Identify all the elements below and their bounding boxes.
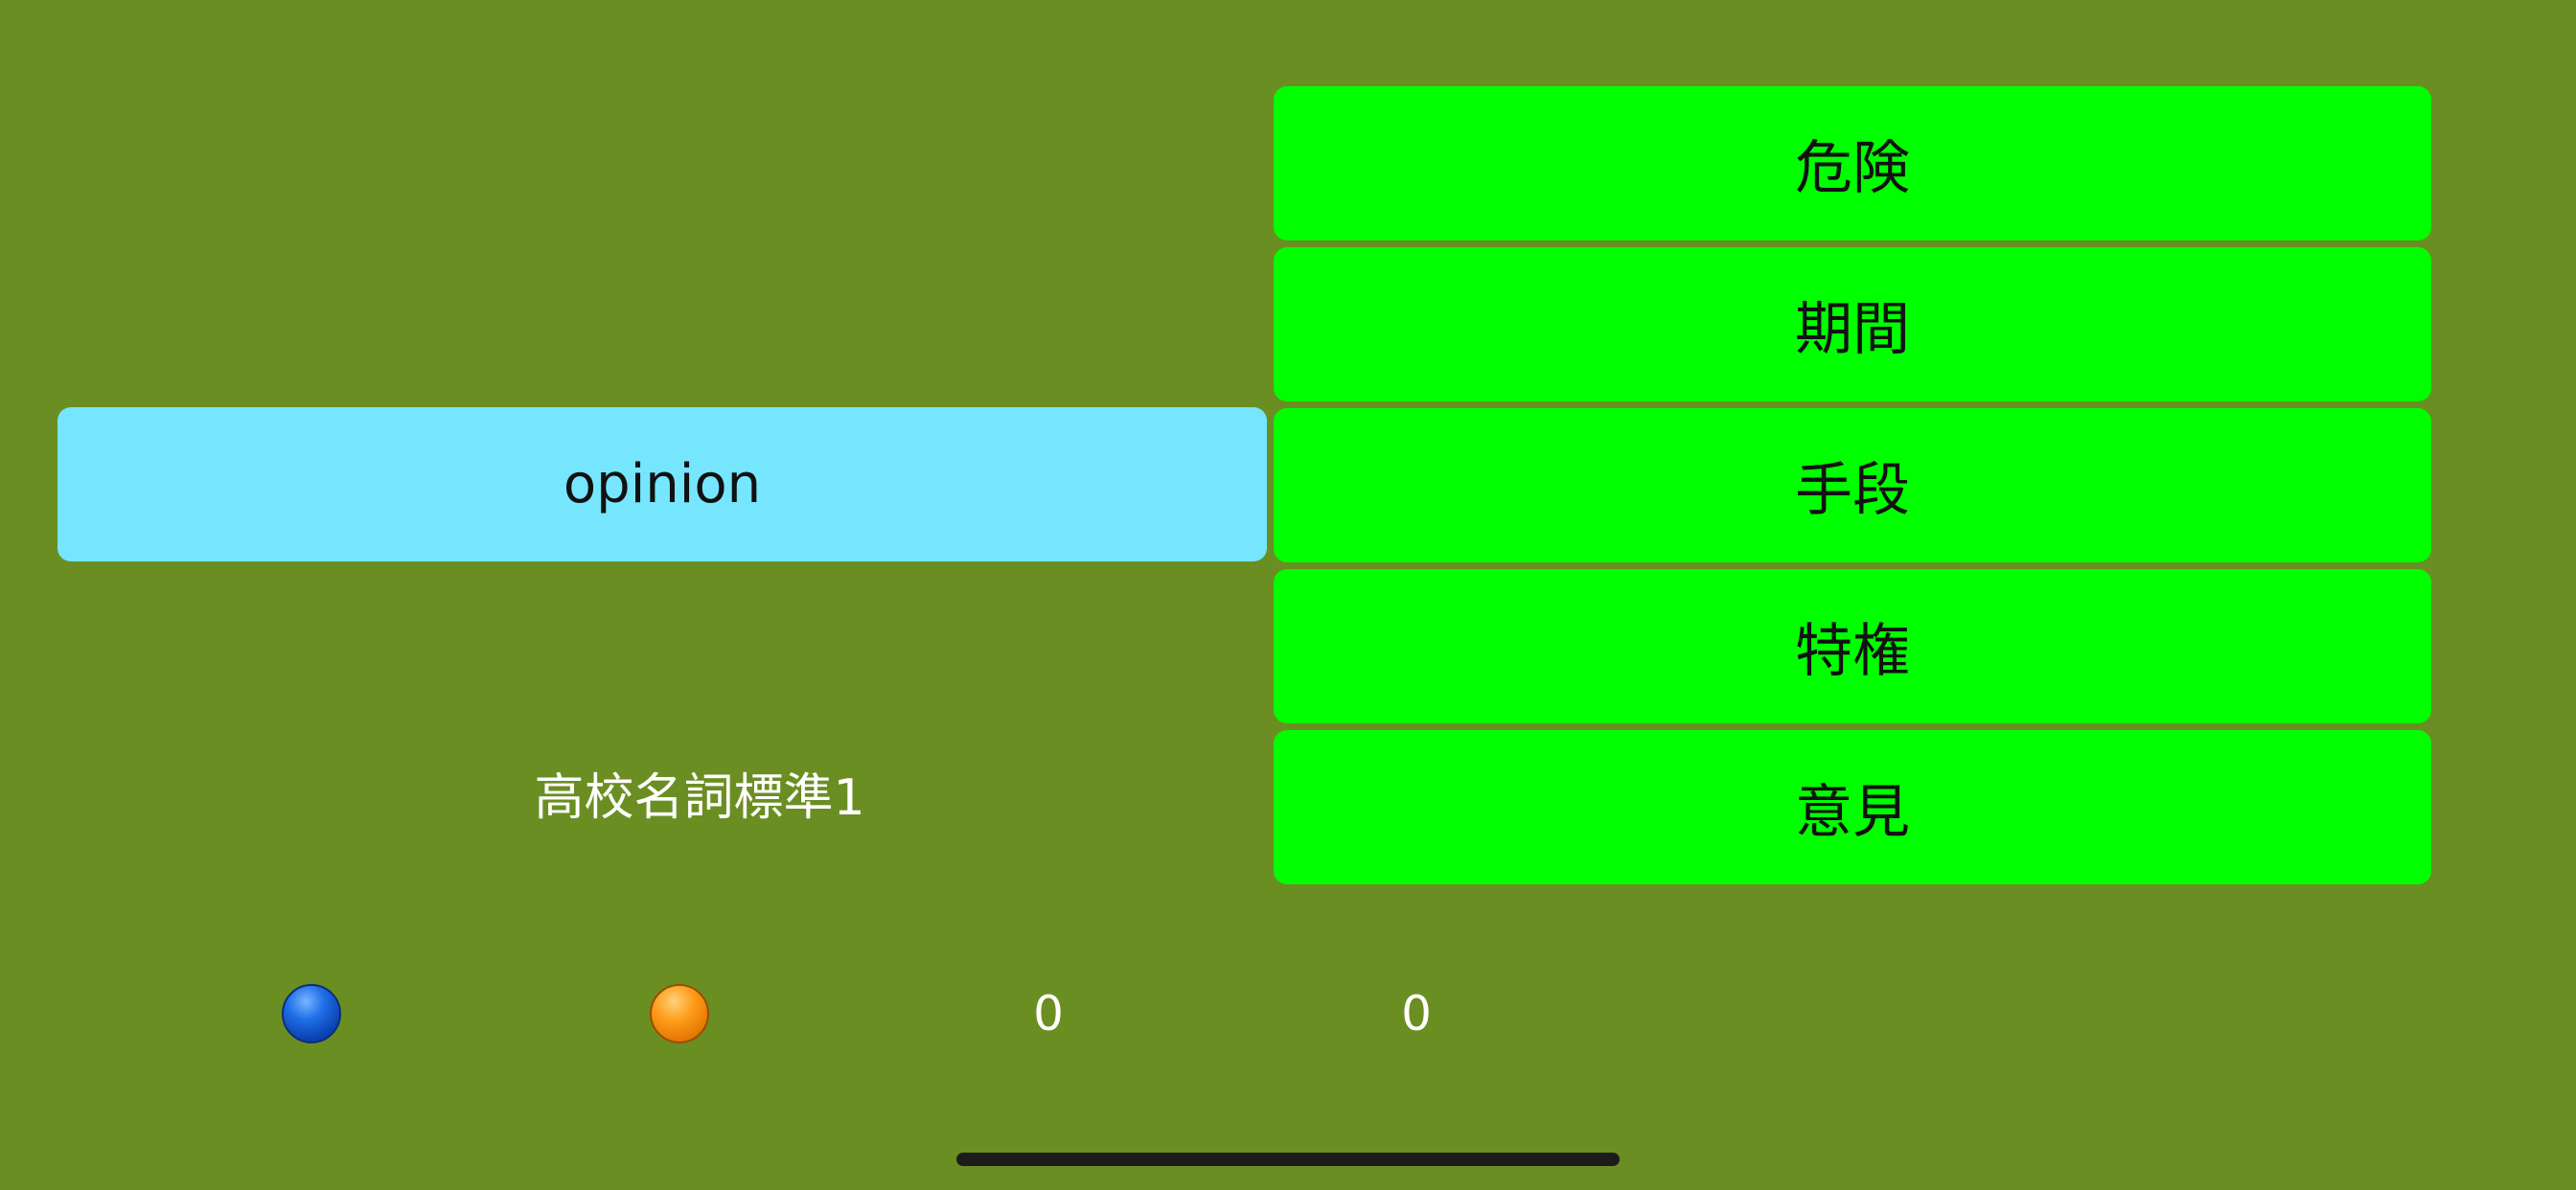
choice-button-2[interactable]: 期間 [1274,247,2431,401]
orange-score: 0 [1401,986,1432,1041]
choice-button-3[interactable]: 手段 [1274,408,2431,562]
question-card: opinion [58,407,1267,561]
blue-score: 0 [1033,986,1064,1041]
choice-label: 期間 [1795,296,1910,363]
blue-ball-icon [282,984,341,1043]
choice-label: 危険 [1795,135,1910,202]
choice-button-1[interactable]: 危険 [1274,86,2431,240]
choice-label: 特権 [1795,618,1910,685]
choice-label: 手段 [1795,457,1910,524]
question-word: opinion [563,453,762,515]
answer-choices: 危険 期間 手段 特権 意見 [1274,86,2431,891]
choice-button-4[interactable]: 特権 [1274,569,2431,723]
choice-label: 意見 [1795,779,1910,846]
choice-button-5[interactable]: 意見 [1274,730,2431,884]
home-indicator[interactable] [956,1153,1620,1166]
orange-ball-icon [650,984,709,1043]
deck-name: 高校名詞標準1 [534,769,865,827]
